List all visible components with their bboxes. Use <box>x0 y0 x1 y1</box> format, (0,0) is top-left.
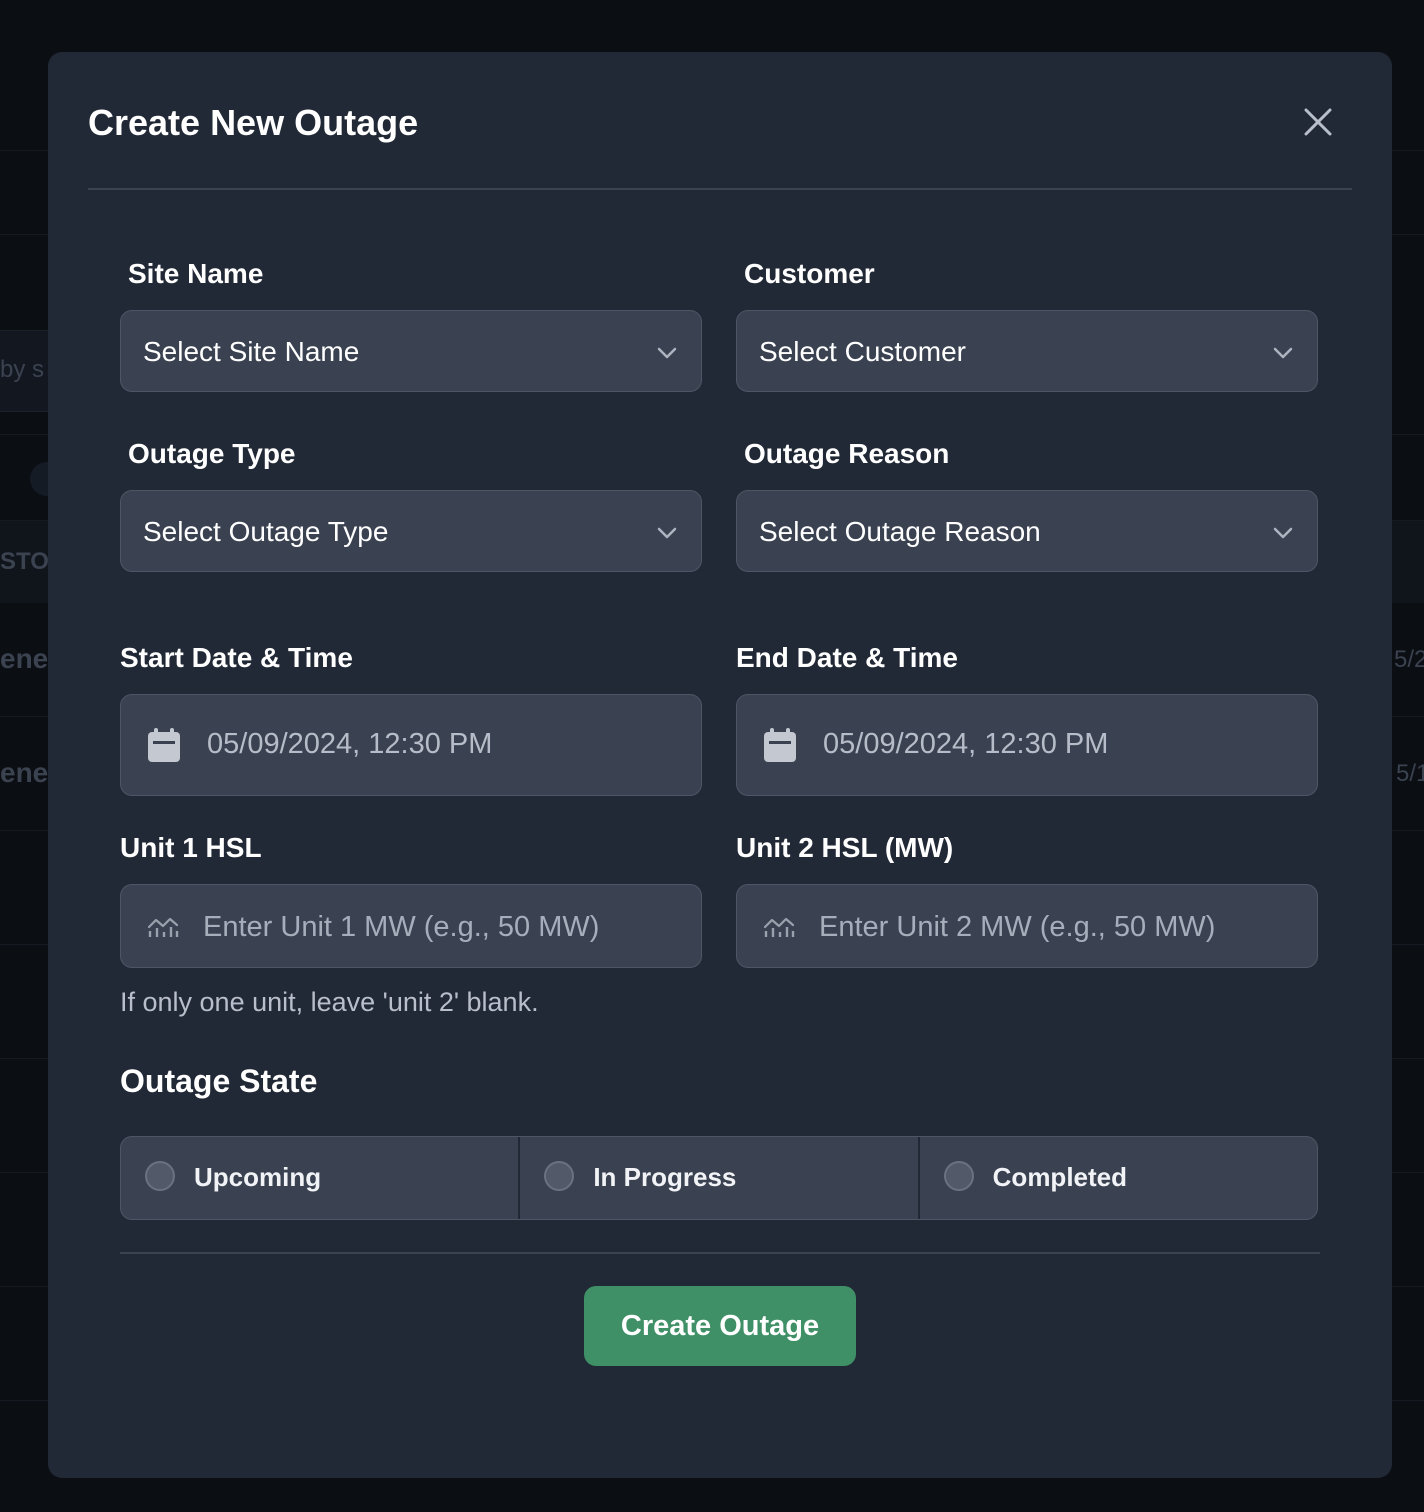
unit2-hsl-field[interactable] <box>736 884 1318 968</box>
calendar-icon <box>764 728 796 762</box>
unit1-hsl-field[interactable] <box>120 884 702 968</box>
radio-circle[interactable] <box>145 1161 175 1191</box>
radio-circle[interactable] <box>943 1161 974 1191</box>
unit2-mw-input[interactable] <box>819 909 1299 945</box>
bg-header-text: STO <box>0 548 49 575</box>
chevron-down-icon <box>657 347 677 359</box>
radio-upcoming[interactable]: Upcoming <box>121 1137 521 1219</box>
start-datetime-field[interactable] <box>120 694 702 796</box>
create-outage-button[interactable]: Create Outage <box>584 1286 856 1366</box>
radio-label-completed: Completed <box>992 1162 1127 1192</box>
chevron-down-icon <box>1273 527 1293 539</box>
outage-reason-label: Outage Reason <box>744 438 950 469</box>
radio-label-in-progress: In Progress <box>593 1162 737 1192</box>
end-datetime-label: End Date & Time <box>736 642 958 673</box>
site-name-label: Site Name <box>128 258 264 289</box>
outage-type-value: Select Outage Type <box>143 516 389 547</box>
calendar-icon <box>148 728 180 762</box>
modal-title: Create New Outage <box>88 102 419 143</box>
outage-reason-select[interactable]: Select Outage Reason <box>736 490 1318 572</box>
radio-in-progress[interactable]: In Progress <box>520 1137 920 1219</box>
bg-row-date: 5/2 <box>1394 646 1424 673</box>
close-button[interactable] <box>1300 104 1336 140</box>
outage-type-select[interactable]: Select Outage Type <box>120 490 702 572</box>
footer-divider <box>120 1252 1320 1254</box>
outage-type-label: Outage Type <box>128 438 296 469</box>
bg-search-text: by s <box>0 356 45 383</box>
radio-circle[interactable] <box>544 1161 575 1191</box>
unit-helper-text: If only one unit, leave 'unit 2' blank. <box>120 987 539 1017</box>
customer-select[interactable]: Select Customer <box>736 310 1318 392</box>
chart-icon <box>147 917 179 937</box>
unit1-hsl-label: Unit 1 HSL <box>120 832 262 863</box>
start-datetime-input[interactable] <box>207 725 677 763</box>
bg-row-text: ene <box>0 757 49 788</box>
chevron-down-icon <box>657 527 677 539</box>
bg-row-text: ene <box>0 643 49 674</box>
customer-value: Select Customer <box>759 336 966 367</box>
customer-label: Customer <box>744 258 875 289</box>
chevron-down-icon <box>1273 347 1293 359</box>
radio-completed[interactable]: Completed <box>920 1137 1317 1219</box>
unit2-hsl-label: Unit 2 HSL (MW) <box>736 832 954 863</box>
end-datetime-input[interactable] <box>823 725 1293 763</box>
outage-reason-value: Select Outage Reason <box>759 516 1041 547</box>
create-outage-modal: Create New Outage Site Name Select Site … <box>48 52 1392 1478</box>
outage-state-radio-group: Upcoming In Progress Completed <box>120 1136 1318 1220</box>
bg-row-date: 5/1 <box>1396 760 1424 787</box>
site-name-value: Select Site Name <box>143 336 360 367</box>
outage-state-title: Outage State <box>120 1063 318 1099</box>
radio-label-upcoming: Upcoming <box>194 1162 322 1192</box>
chart-icon <box>763 917 795 937</box>
close-icon <box>1304 108 1332 136</box>
site-name-select[interactable]: Select Site Name <box>120 310 702 392</box>
unit1-mw-input[interactable] <box>203 909 683 945</box>
header-divider <box>88 188 1352 190</box>
start-datetime-label: Start Date & Time <box>120 642 353 673</box>
end-datetime-field[interactable] <box>736 694 1318 796</box>
